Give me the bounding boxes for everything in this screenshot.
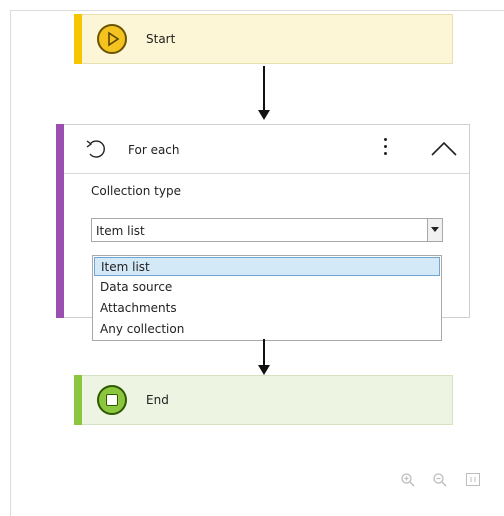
start-accent-bar	[74, 14, 82, 64]
connector-arrow	[258, 66, 270, 120]
dropdown-button[interactable]	[427, 219, 442, 241]
for-each-accent-bar	[56, 124, 64, 318]
start-label: Start	[146, 32, 176, 46]
stop-icon	[97, 385, 127, 415]
option-item-list[interactable]: Item list	[94, 257, 440, 276]
end-label: End	[146, 393, 169, 407]
collection-type-label: Collection type	[91, 184, 181, 198]
select-value: Item list	[96, 224, 145, 238]
option-attachments[interactable]: Attachments	[94, 299, 440, 318]
option-any-collection[interactable]: Any collection	[94, 320, 440, 339]
for-each-header: For each	[64, 125, 469, 174]
connector-arrow	[258, 339, 270, 375]
collection-type-options: Item list Data source Attachments Any co…	[92, 255, 442, 341]
zoom-out-icon[interactable]	[432, 472, 448, 488]
loop-icon	[86, 140, 105, 158]
end-accent-bar	[74, 375, 82, 425]
end-node[interactable]: End	[74, 375, 453, 425]
option-data-source[interactable]: Data source	[94, 278, 440, 297]
start-node[interactable]: Start	[74, 14, 453, 64]
chevron-up-icon[interactable]	[430, 139, 458, 157]
collection-type-select[interactable]: Item list	[91, 218, 443, 242]
fit-to-screen-icon[interactable]	[466, 473, 480, 486]
zoom-in-icon[interactable]	[400, 472, 416, 488]
play-icon	[97, 24, 127, 54]
more-options-icon[interactable]	[380, 135, 390, 161]
chevron-down-icon	[431, 227, 439, 232]
for-each-title: For each	[128, 143, 180, 157]
